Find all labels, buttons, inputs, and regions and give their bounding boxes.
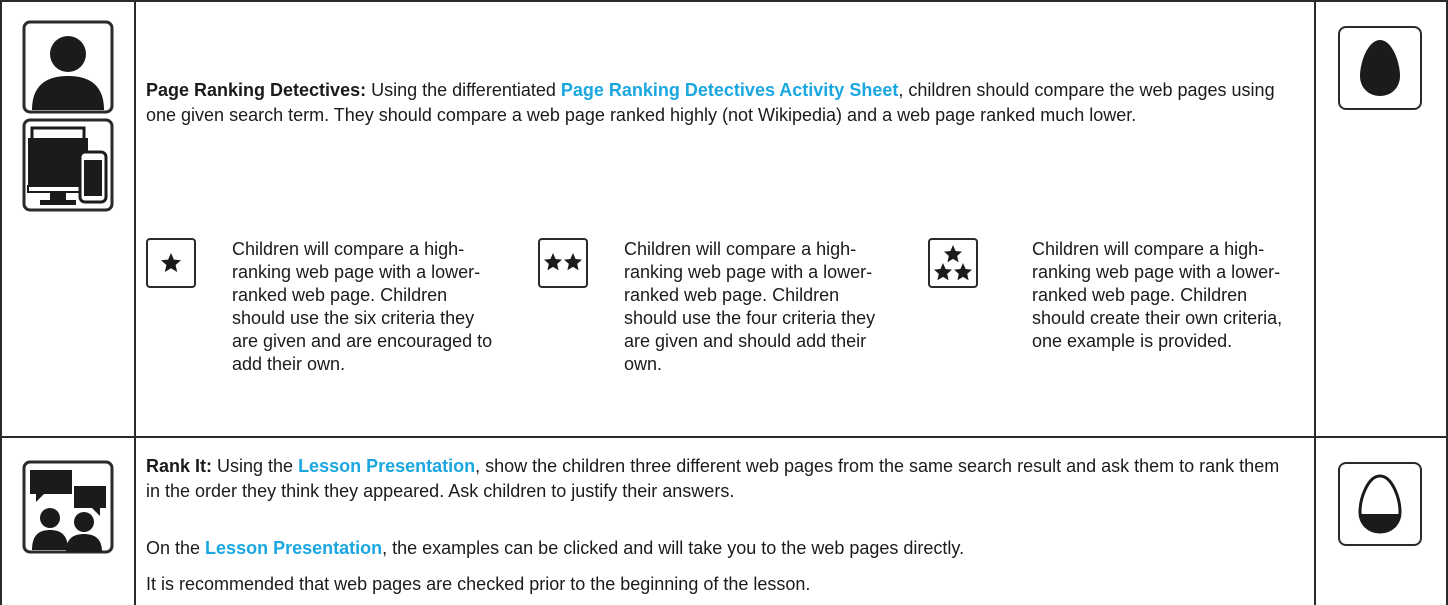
presentation-text-2: , the examples can be clicked and will t… [382, 538, 965, 558]
row-divider [0, 436, 1448, 438]
rank-it-title: Rank It: [146, 456, 213, 476]
discussion-icon [22, 460, 114, 554]
tier-two-description: Children will compare a high-ranking web… [624, 239, 876, 374]
page-ranking-text-1: Using the differentiated [366, 80, 561, 100]
page-ranking-title: Page Ranking Detectives: [146, 80, 367, 100]
two-star-icon [538, 238, 588, 288]
lesson-presentation-paragraph: On the Lesson Presentation, the examples… [146, 536, 1296, 561]
half-egg-icon [1338, 462, 1422, 546]
rank-it-paragraph: Rank It: Using the Lesson Presentation, … [146, 454, 1296, 504]
table-border-top [0, 0, 1448, 2]
recommendation-paragraph: It is recommended that web pages are che… [146, 574, 811, 594]
one-star-icon [146, 238, 196, 288]
table-border-left [0, 0, 2, 605]
lesson-presentation-link-1[interactable]: Lesson Presentation [298, 456, 475, 476]
person-icon [22, 20, 114, 114]
rank-it-text-1: Using the [212, 456, 299, 476]
lesson-presentation-link-2[interactable]: Lesson Presentation [205, 538, 382, 558]
tier-three-description: Children will compare a high-ranking web… [1032, 239, 1283, 351]
activity-sheet-link[interactable]: Page Ranking Detectives Activity Sheet [561, 80, 898, 100]
column-divider-egg [1314, 0, 1316, 605]
tier-one-description: Children will compare a high-ranking web… [232, 239, 493, 374]
three-star-icon [928, 238, 978, 288]
presentation-text-1: On the [146, 538, 206, 558]
page-ranking-paragraph: Page Ranking Detectives: Using the diffe… [146, 78, 1286, 128]
full-egg-icon [1338, 26, 1422, 110]
devices-icon [22, 118, 114, 212]
column-divider-icons [134, 0, 136, 605]
